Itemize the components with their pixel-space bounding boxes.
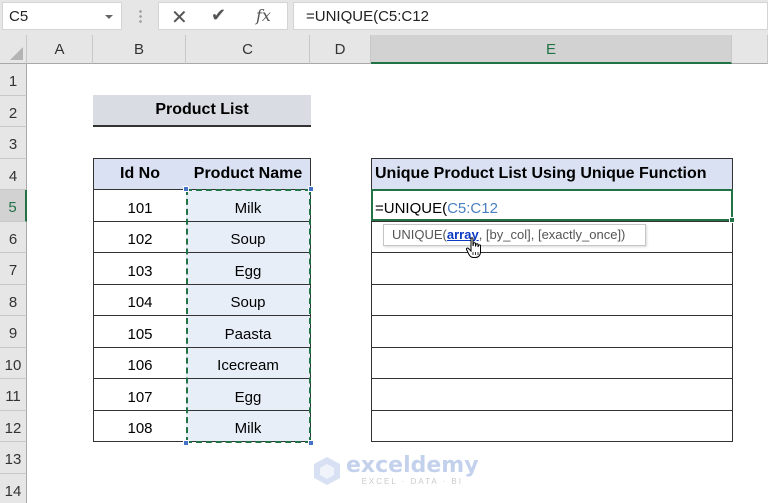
- cell-product-name[interactable]: Egg: [186, 379, 311, 411]
- formula-bar: C5 ✕ ✔ fx =UNIQUE(C5:C12: [0, 0, 768, 35]
- range-handle-top-left[interactable]: [183, 186, 189, 192]
- row-header-9[interactable]: 9: [0, 316, 27, 348]
- unique-list-cell[interactable]: [371, 347, 733, 379]
- cell-product-name[interactable]: Icecream: [186, 347, 311, 379]
- select-all-triangle-icon: [10, 47, 23, 60]
- column-header-f[interactable]: [732, 35, 768, 64]
- product-list-title: Product List: [93, 95, 311, 127]
- cell-product-name[interactable]: Milk: [186, 190, 311, 222]
- exceldemy-logo-icon: [314, 456, 340, 485]
- range-handle-bottom-left[interactable]: [183, 440, 189, 446]
- exceldemy-watermark: exceldemy EXCEL · DATA · BI: [312, 455, 479, 486]
- column-header-e[interactable]: E: [371, 35, 732, 64]
- row-header-2[interactable]: 2: [0, 95, 27, 127]
- column-header-a[interactable]: A: [27, 35, 93, 64]
- watermark-brand: exceldemy: [346, 453, 479, 478]
- unique-list-cell[interactable]: [371, 379, 733, 411]
- formula-range-ref: C5:C12: [447, 200, 498, 217]
- insert-function-icon[interactable]: fx: [256, 6, 271, 25]
- formula-input[interactable]: =UNIQUE(C5:C12: [293, 2, 768, 30]
- column-header-d[interactable]: D: [310, 35, 371, 64]
- cell-product-name[interactable]: Paasta: [186, 316, 311, 348]
- enter-check-icon[interactable]: ✔: [211, 5, 226, 26]
- unique-list-cell[interactable]: [371, 316, 733, 348]
- row-header-7[interactable]: 7: [0, 253, 27, 285]
- cell-id[interactable]: 103: [93, 253, 187, 285]
- row-header-4[interactable]: 4: [0, 158, 27, 190]
- cell-id[interactable]: 101: [93, 190, 187, 222]
- range-handle-top-right[interactable]: [308, 186, 314, 192]
- header-product-name: Product Name: [186, 158, 311, 190]
- cell-product-name[interactable]: Soup: [186, 221, 311, 253]
- row-header-6[interactable]: 6: [0, 221, 27, 253]
- name-box-value: C5: [9, 8, 29, 25]
- formula-buttons: ✕ ✔ fx: [158, 2, 288, 30]
- row-header-14[interactable]: 14: [0, 473, 27, 503]
- watermark-tagline: EXCEL · DATA · BI: [361, 477, 463, 486]
- cell-id[interactable]: 104: [93, 284, 187, 316]
- unique-list-cell[interactable]: [371, 284, 733, 316]
- cell-id[interactable]: 107: [93, 379, 187, 411]
- tooltip-function-name: UNIQUE(: [392, 227, 447, 242]
- row-header-10[interactable]: 10: [0, 347, 27, 379]
- cell-id[interactable]: 102: [93, 221, 187, 253]
- name-box[interactable]: C5: [2, 2, 122, 30]
- row-header-5[interactable]: 5: [0, 190, 27, 222]
- unique-list-cell[interactable]: [371, 410, 733, 442]
- formula-prefix: =UNIQUE(: [375, 200, 448, 217]
- row-header-11[interactable]: 11: [0, 379, 27, 411]
- column-header-c[interactable]: C: [186, 35, 310, 64]
- header-id-no: Id No: [93, 158, 187, 190]
- row-header-13[interactable]: 13: [0, 442, 27, 474]
- hand-pointer-cursor-icon: [465, 237, 481, 258]
- row-header-3[interactable]: 3: [0, 127, 27, 159]
- cell-product-name[interactable]: Milk: [186, 410, 311, 442]
- select-all-button[interactable]: [0, 35, 27, 64]
- grip-handle-icon[interactable]: [139, 9, 142, 25]
- function-argument-tooltip: UNIQUE(array, [by_col], [exactly_once]): [383, 224, 646, 246]
- tooltip-other-args: , [by_col], [exactly_once]): [478, 227, 626, 242]
- cell-product-name[interactable]: Egg: [186, 253, 311, 285]
- formula-text: =UNIQUE(C5:C12: [306, 8, 429, 25]
- chevron-down-icon[interactable]: [105, 15, 113, 19]
- unique-list-cell[interactable]: [371, 253, 733, 285]
- range-handle-bottom-right[interactable]: [308, 440, 314, 446]
- cell-id[interactable]: 106: [93, 347, 187, 379]
- cell-formula-edit[interactable]: =UNIQUE(C5:C12: [375, 200, 498, 217]
- row-header-1[interactable]: 1: [0, 64, 27, 96]
- column-header-b[interactable]: B: [93, 35, 186, 64]
- row-header-12[interactable]: 12: [0, 410, 27, 442]
- fill-handle[interactable]: [729, 217, 735, 223]
- cell-id[interactable]: 105: [93, 316, 187, 348]
- cell-product-name[interactable]: Soup: [186, 284, 311, 316]
- row-header-8[interactable]: 8: [0, 284, 27, 316]
- cancel-icon[interactable]: ✕: [171, 5, 188, 30]
- cell-id[interactable]: 108: [93, 410, 187, 442]
- unique-list-header: Unique Product List Using Unique Functio…: [371, 158, 733, 190]
